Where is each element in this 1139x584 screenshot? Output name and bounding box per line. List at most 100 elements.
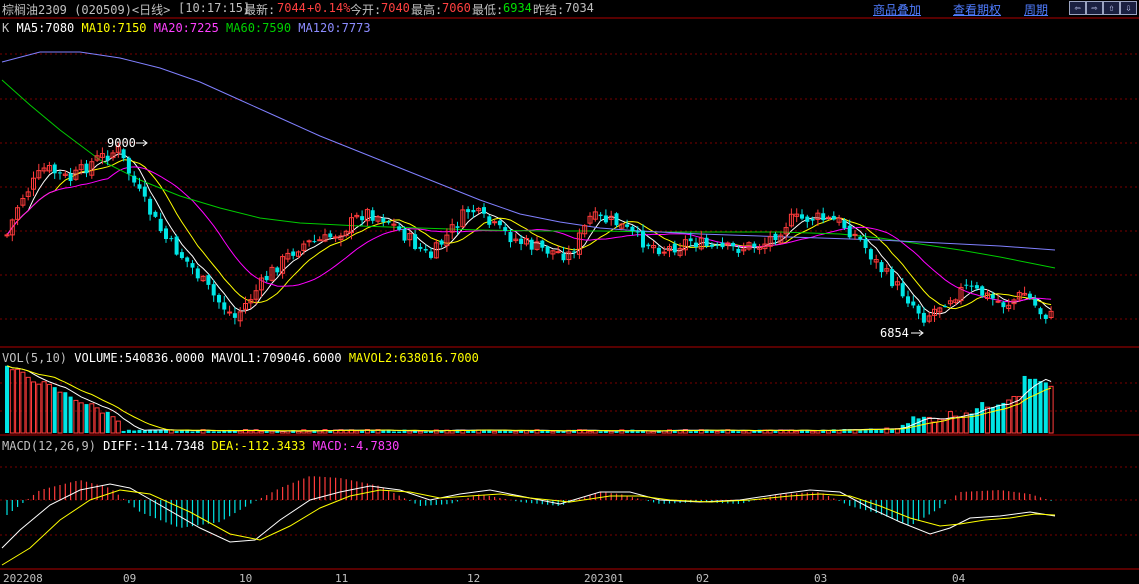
- candle-body: [179, 252, 184, 258]
- candle-body: [333, 236, 339, 239]
- candle-body: [614, 213, 619, 226]
- volume-bar: [381, 430, 386, 433]
- candle-body: [126, 157, 131, 174]
- volume-bar: [132, 430, 137, 433]
- volume-bar: [15, 368, 21, 434]
- candle-body: [423, 248, 428, 251]
- volume-bar: [645, 430, 651, 434]
- volume-bar: [947, 411, 953, 434]
- volume-bar: [57, 391, 63, 434]
- candle-body: [439, 240, 444, 245]
- volume-bar: [810, 430, 816, 434]
- candle-body: [906, 296, 910, 304]
- candle-body: [158, 218, 163, 232]
- candle-body: [211, 284, 216, 296]
- kline-chart[interactable]: 9000 6854 202208 09 10 11 12 202301 02 0…: [0, 0, 1139, 584]
- candle-body: [540, 240, 545, 248]
- volume-bar: [41, 381, 47, 434]
- volume-bar: [773, 431, 778, 433]
- candle-body: [121, 149, 126, 159]
- candle-body: [603, 215, 608, 223]
- candle-body: [625, 224, 630, 227]
- volume-bar: [508, 431, 513, 433]
- volume-bar: [217, 431, 221, 433]
- volume-bar: [932, 421, 937, 434]
- volume-bar: [423, 431, 428, 433]
- candle-body: [153, 211, 158, 217]
- x-label-202301: 202301: [584, 572, 624, 584]
- volume-bar: [741, 430, 747, 434]
- candle-body: [4, 234, 10, 237]
- x-label-202208: 202208: [3, 572, 43, 584]
- volume-bar: [958, 417, 964, 434]
- candle-body: [328, 233, 333, 238]
- macd-histogram: [6, 476, 1052, 528]
- candle-body: [1033, 298, 1038, 306]
- volume-bar: [211, 431, 216, 433]
- candle-body: [402, 228, 407, 241]
- volume-bar: [78, 402, 84, 434]
- volume-bar: [561, 431, 566, 433]
- candle-body: [397, 226, 402, 230]
- volume-bar: [5, 365, 9, 433]
- volume-bar: [836, 430, 842, 434]
- volume-bar: [99, 412, 105, 434]
- candle-body: [429, 251, 433, 258]
- volume-bar: [794, 430, 800, 434]
- candle-body: [630, 226, 635, 232]
- candle-body: [736, 248, 741, 253]
- candle-body: [709, 244, 714, 247]
- candle-body: [852, 233, 858, 236]
- volume-bar: [996, 404, 1001, 433]
- x-label-11: 11: [335, 572, 348, 584]
- volume-bar: [879, 429, 884, 433]
- candle-body: [646, 244, 651, 247]
- candle-body: [847, 225, 852, 238]
- volume-bar: [736, 431, 741, 433]
- candle-body: [508, 232, 513, 243]
- candle-body: [868, 249, 873, 260]
- volume-bar: [635, 431, 640, 433]
- candle-body: [672, 243, 677, 253]
- candle-body: [980, 286, 985, 296]
- candle-body: [974, 285, 979, 289]
- candle-body: [641, 230, 645, 248]
- candle-body: [943, 306, 948, 308]
- candle-body: [471, 209, 476, 213]
- volume-bar: [688, 431, 693, 433]
- candle-body: [964, 284, 969, 286]
- candle-body: [206, 275, 211, 285]
- volume-bar: [174, 431, 179, 433]
- candle-body: [842, 220, 847, 229]
- volume-bar: [980, 402, 985, 433]
- volume-bar: [625, 431, 630, 433]
- volume-bar: [73, 399, 79, 434]
- volume-bar: [1027, 378, 1032, 433]
- volume-bar: [714, 430, 720, 434]
- volume-bar: [752, 430, 757, 433]
- volume-bar: [63, 392, 68, 433]
- candle-body: [1001, 302, 1006, 308]
- volume-bar: [370, 430, 375, 433]
- candle-body: [232, 313, 237, 318]
- candle-body: [1027, 293, 1032, 299]
- candle-body: [306, 240, 312, 243]
- candle-body: [635, 231, 640, 233]
- x-label-10: 10: [239, 572, 252, 584]
- candle-body: [492, 221, 498, 224]
- candle-body: [879, 262, 884, 273]
- volume-bar: [826, 430, 831, 434]
- candle-body: [381, 218, 386, 223]
- candle-body: [826, 216, 831, 219]
- volume-bar: [137, 429, 142, 433]
- x-label-04: 04: [952, 572, 966, 584]
- candle-body: [227, 311, 233, 314]
- x-axis: 202208 09 10 11 12 202301 02 03 04: [3, 572, 966, 584]
- volume-bar: [89, 403, 95, 434]
- candle-body: [275, 267, 280, 273]
- volume-bar: [614, 431, 619, 433]
- volume-bar: [890, 429, 895, 433]
- candle-body: [312, 241, 317, 243]
- candle-body: [169, 238, 174, 240]
- candle-body: [911, 301, 916, 306]
